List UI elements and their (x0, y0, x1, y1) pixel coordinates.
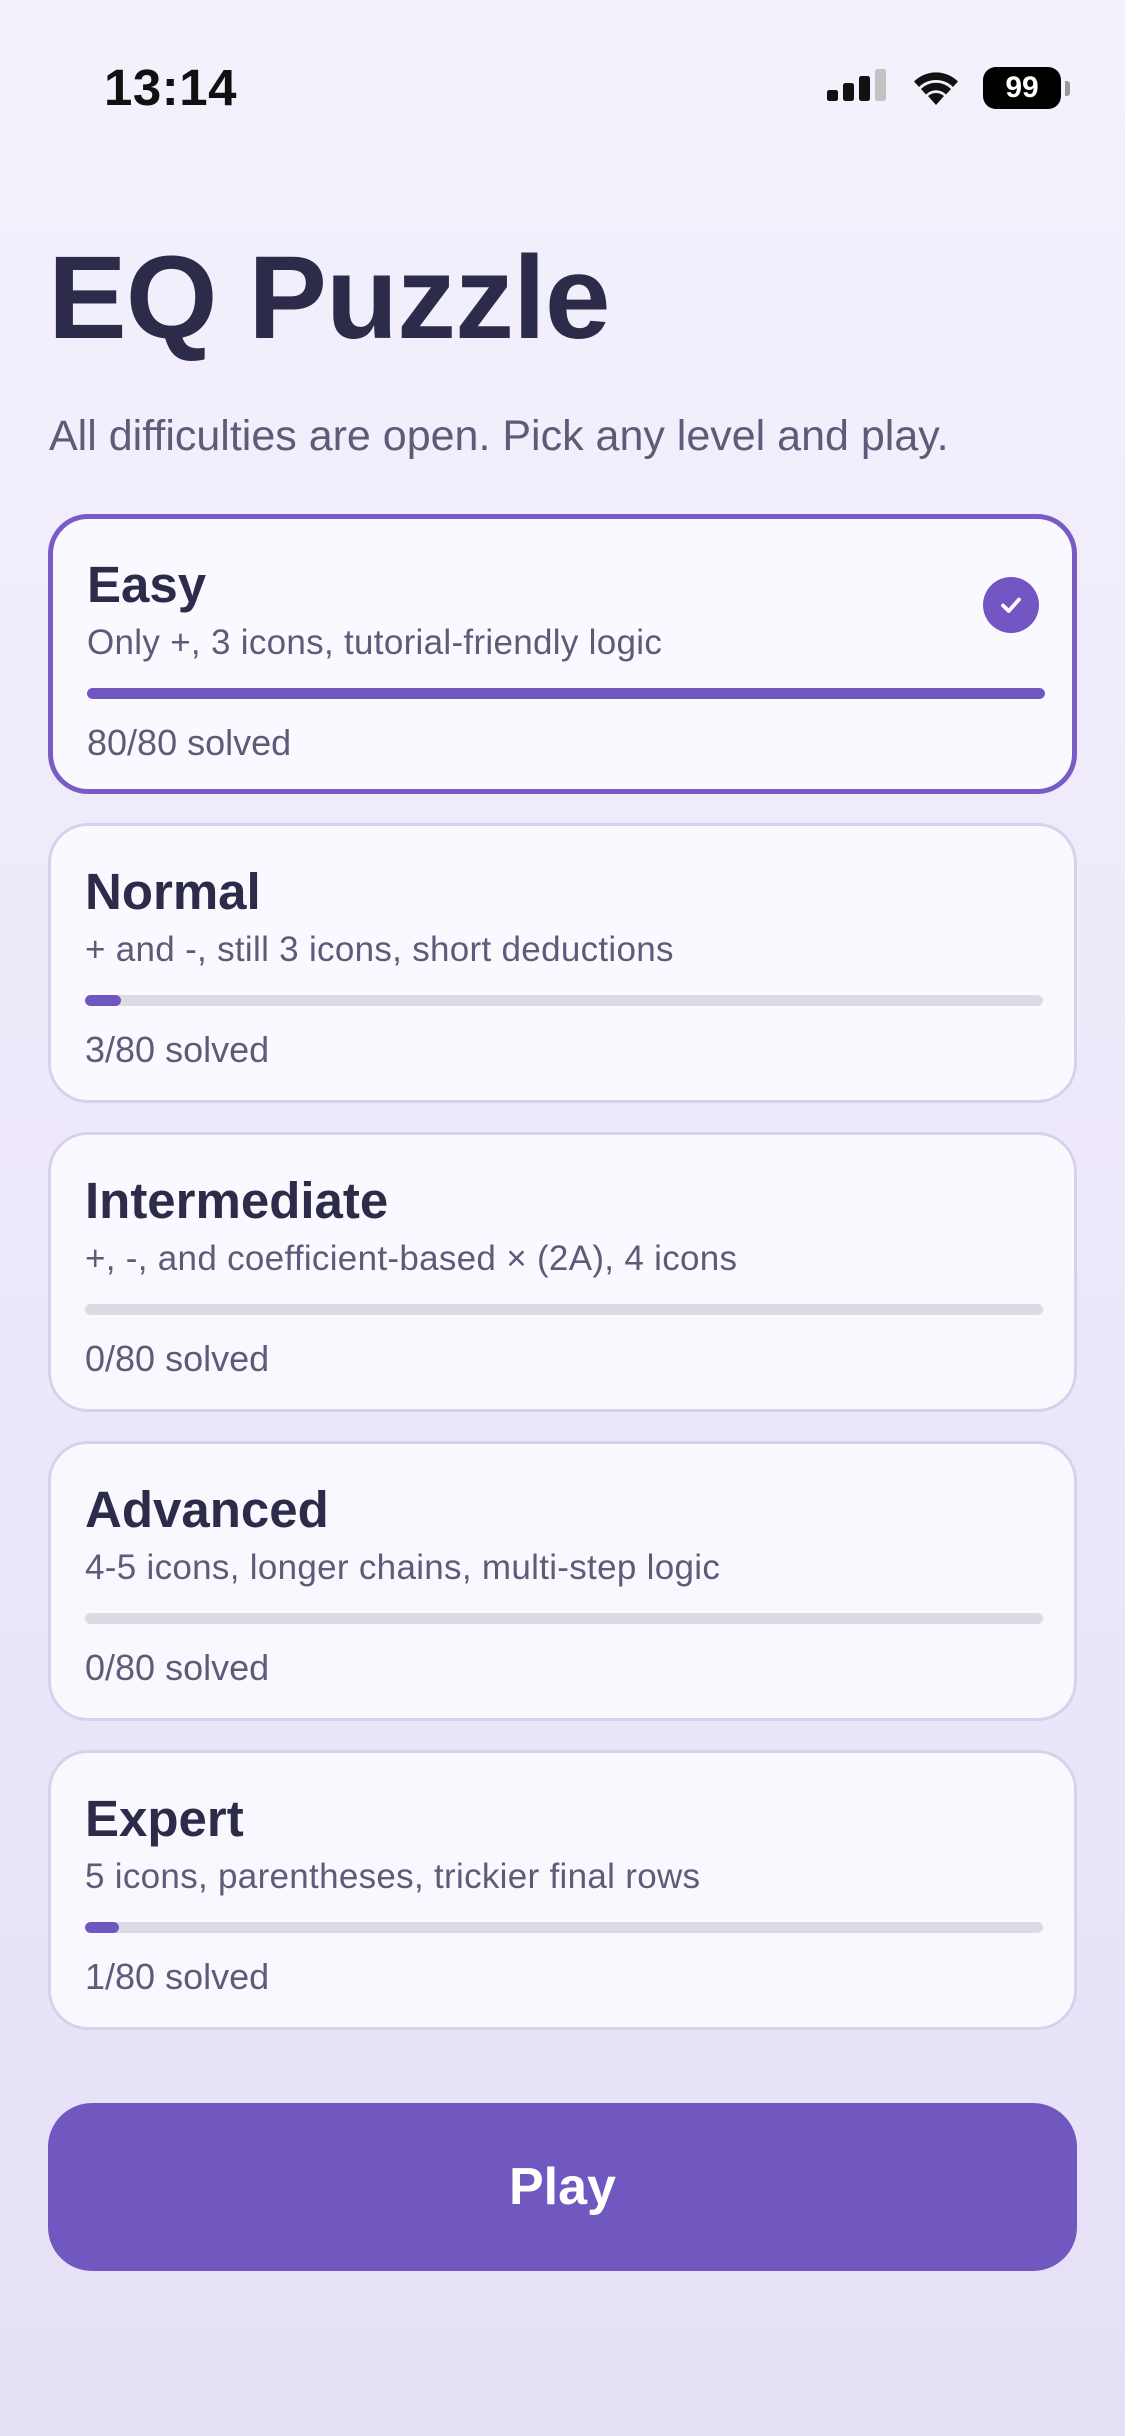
progress-bar (87, 688, 1045, 699)
level-description: + and -, still 3 icons, short deductions (85, 930, 674, 969)
signal-icon (827, 69, 886, 101)
play-button[interactable]: Play (48, 2103, 1077, 2271)
solved-count: 3/80 solved (85, 1029, 270, 1070)
battery-level: 99 (983, 67, 1061, 109)
level-name: Normal (85, 863, 261, 920)
level-name: Intermediate (85, 1172, 389, 1229)
level-description: 4-5 icons, longer chains, multi-step log… (85, 1548, 721, 1587)
level-name: Advanced (85, 1481, 329, 1538)
page-subtitle: All difficulties are open. Pick any leve… (49, 412, 949, 460)
solved-count: 1/80 solved (85, 1956, 270, 1997)
checkmark-icon (983, 577, 1039, 633)
level-description: Only +, 3 icons, tutorial-friendly logic (87, 623, 663, 662)
level-card-expert[interactable]: Expert 5 icons, parentheses, trickier fi… (48, 1750, 1077, 2030)
progress-fill (85, 1922, 120, 1933)
solved-count: 0/80 solved (85, 1338, 270, 1379)
progress-bar (85, 1613, 1043, 1624)
level-description: 5 icons, parentheses, trickier final row… (85, 1857, 701, 1896)
solved-count: 80/80 solved (87, 722, 292, 763)
level-card-advanced[interactable]: Advanced 4-5 icons, longer chains, multi… (48, 1441, 1077, 1721)
page-title: EQ Puzzle (48, 232, 610, 364)
level-card-easy[interactable]: Easy Only +, 3 icons, tutorial-friendly … (48, 514, 1077, 794)
progress-fill (85, 995, 121, 1006)
progress-bar (85, 995, 1043, 1006)
battery-tip (1065, 80, 1070, 96)
level-name: Easy (87, 556, 207, 613)
solved-count: 0/80 solved (85, 1647, 270, 1688)
level-list: Easy Only +, 3 icons, tutorial-friendly … (48, 514, 1077, 2059)
status-time: 13:14 (104, 59, 237, 116)
progress-bar (85, 1304, 1043, 1315)
status-icons: 99 (827, 66, 1070, 110)
battery-icon: 99 (983, 67, 1070, 109)
level-name: Expert (85, 1790, 244, 1847)
progress-fill (87, 688, 1045, 699)
status-bar: 13:14 99 (0, 0, 1125, 160)
level-description: +, -, and coefficient-based × (2A), 4 ic… (85, 1239, 738, 1278)
level-card-normal[interactable]: Normal + and -, still 3 icons, short ded… (48, 823, 1077, 1103)
progress-bar (85, 1922, 1043, 1933)
level-card-intermediate[interactable]: Intermediate +, -, and coefficient-based… (48, 1132, 1077, 1412)
wifi-icon (914, 72, 958, 105)
